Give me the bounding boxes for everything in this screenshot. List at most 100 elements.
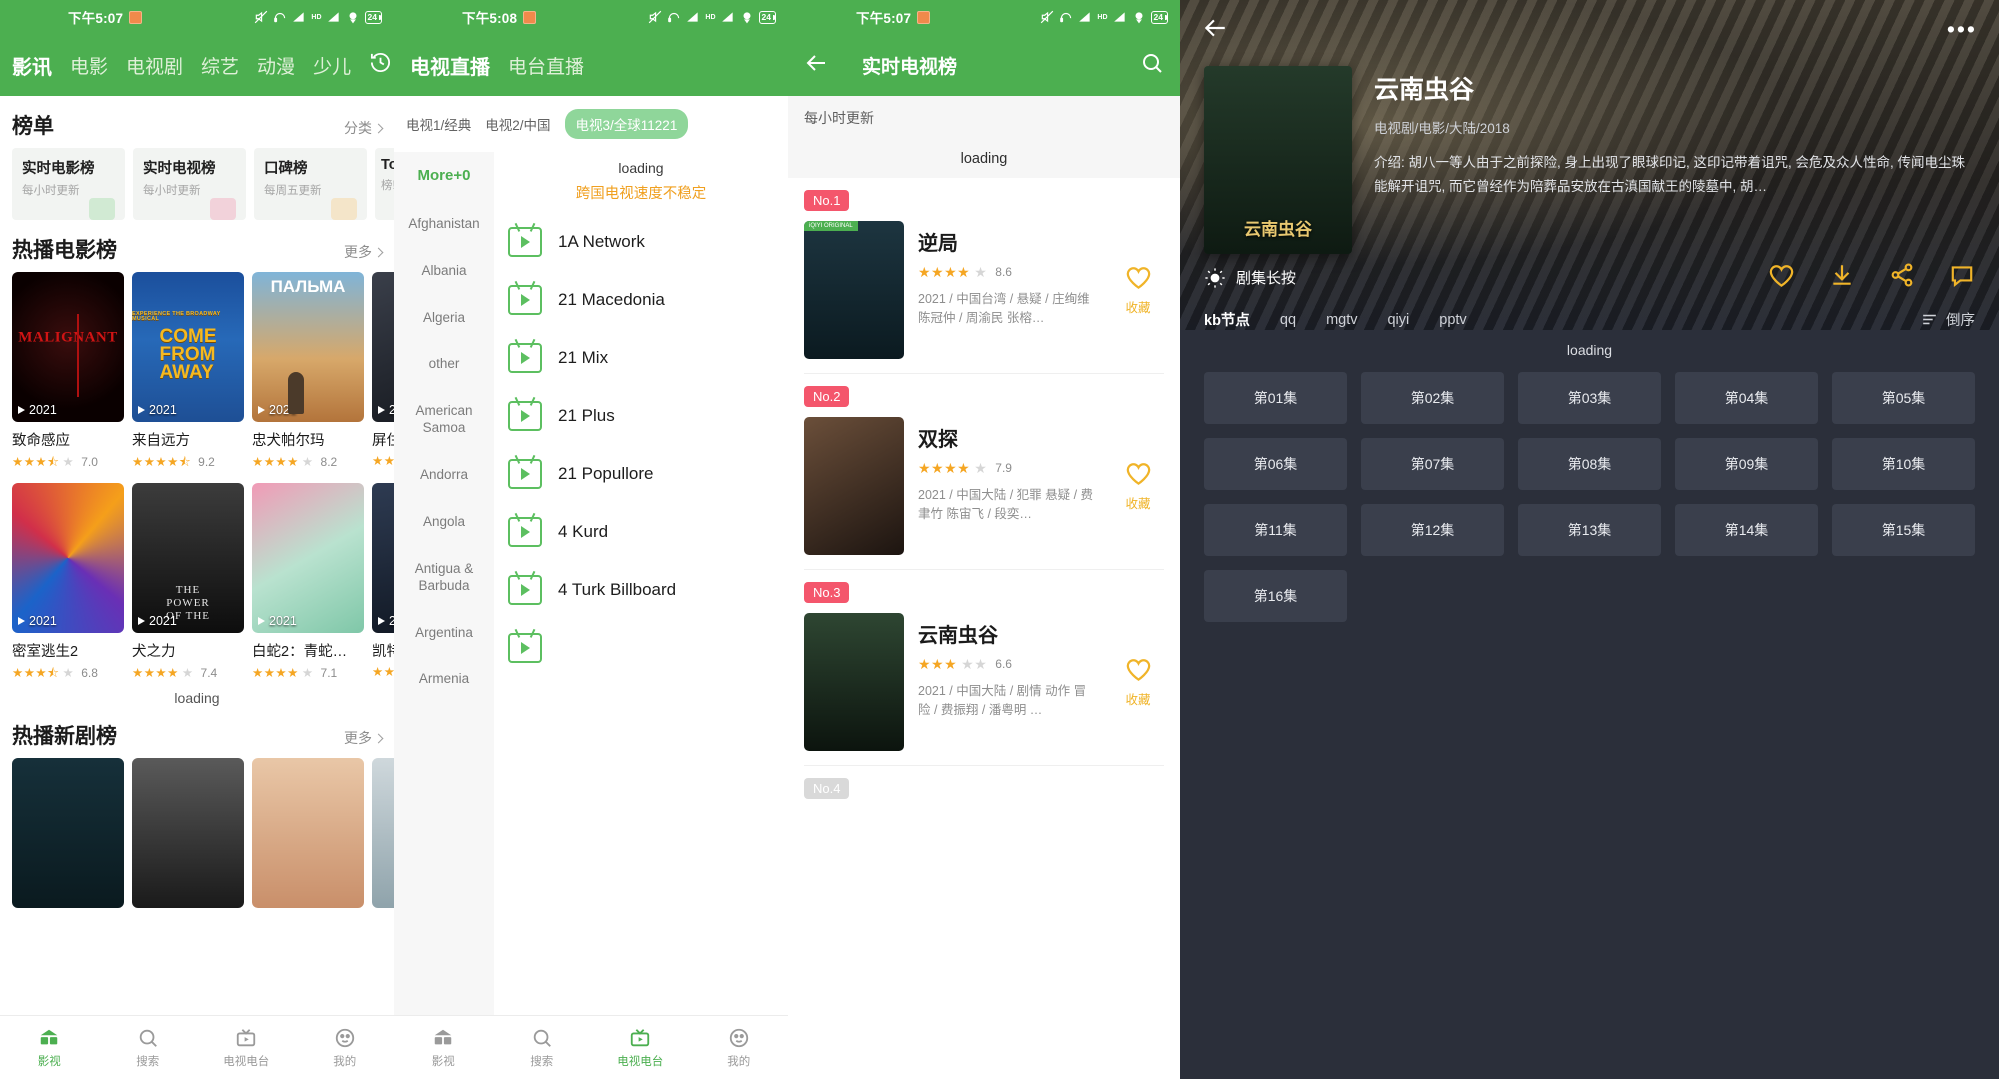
episode-button[interactable]: 第11集 — [1204, 504, 1347, 556]
ranking-item[interactable]: 双探 ★★★★ ★ 7.9 2021 / 中国大陆 / 犯罪 悬疑 / 费聿竹 陈… — [788, 407, 1180, 569]
tabbar-item-profile[interactable]: 我的 — [296, 1016, 395, 1079]
country-item[interactable]: Angola — [394, 499, 494, 546]
country-item[interactable]: American Samoa — [394, 388, 494, 452]
country-item[interactable]: other — [394, 341, 494, 388]
movie-card[interactable] — [252, 758, 364, 908]
episode-button[interactable]: 第14集 — [1675, 504, 1818, 556]
movie-card[interactable]: 2021 忠犬帕尔玛 ★★★★★ 8.2 — [252, 272, 364, 469]
movie-card[interactable]: 2021 凯特 ★★ — [372, 483, 394, 680]
movie-card[interactable] — [12, 758, 124, 908]
tabbar-item-video[interactable]: 影视 — [0, 1016, 99, 1079]
country-item-more[interactable]: More+0 — [394, 152, 494, 201]
tab-kids[interactable]: 少儿 — [313, 52, 351, 79]
search-icon[interactable] — [1140, 51, 1164, 80]
country-item[interactable]: Armenia — [394, 656, 494, 703]
channel-item[interactable]: 21 Plus — [494, 387, 788, 445]
country-list[interactable]: More+0 Afghanistan Albania Algeria other… — [394, 152, 494, 1019]
tabbar-item-tv[interactable]: 电视电台 — [197, 1016, 296, 1079]
back-arrow-icon[interactable] — [804, 51, 828, 80]
chip-tv3[interactable]: 电视3/全球11221 — [564, 109, 689, 139]
ranking-item[interactable]: iQIYI ORIGINAL 逆局 ★★★★ ★ 8.6 2021 / 中国台湾 … — [788, 211, 1180, 373]
episode-button[interactable]: 第04集 — [1675, 372, 1818, 424]
episode-button[interactable]: 第07集 — [1361, 438, 1504, 490]
movie-rating: ★★★★ ★ 7.4 — [132, 665, 218, 680]
episode-button[interactable]: 第05集 — [1832, 372, 1975, 424]
channel-item[interactable]: 1A Network — [494, 213, 788, 271]
channel-item[interactable]: 21 Macedonia — [494, 271, 788, 329]
share-icon[interactable] — [1889, 262, 1915, 293]
section-more-link[interactable]: 更多 — [344, 242, 384, 262]
source-kb[interactable]: kb节点 — [1204, 309, 1250, 330]
tab-variety[interactable]: 综艺 — [201, 52, 239, 79]
section-more-link[interactable]: 更多 — [344, 728, 384, 748]
source-mgtv[interactable]: mgtv — [1326, 312, 1357, 328]
tab-movie[interactable]: 电影 — [70, 52, 108, 79]
country-item[interactable]: Afghanistan — [394, 201, 494, 248]
section-more-link[interactable]: 分类 — [344, 118, 384, 138]
chip-tv2[interactable]: 电视2/中国 — [485, 114, 550, 134]
reverse-order-button[interactable]: 倒序 — [1920, 309, 1975, 330]
country-item[interactable]: Argentina — [394, 610, 494, 657]
comment-icon[interactable] — [1949, 262, 1975, 293]
movie-card[interactable]: 2021 密室逃生2 ★★★⯪ ★ 6.8 — [12, 483, 124, 680]
episode-button[interactable]: 第02集 — [1361, 372, 1504, 424]
episode-button[interactable]: 第08集 — [1518, 438, 1661, 490]
rank-card[interactable]: To 榜! — [375, 148, 394, 220]
source-qq[interactable]: qq — [1280, 312, 1296, 328]
country-item[interactable]: Antigua & Barbuda — [394, 546, 494, 610]
episode-button[interactable]: 第03集 — [1518, 372, 1661, 424]
star-icon: ★★★★ — [252, 665, 299, 680]
bottom-tab-bar-1: 影视 搜索 电视电台 我的 — [0, 1015, 394, 1079]
source-qiyi[interactable]: qiyi — [1387, 312, 1409, 328]
country-item[interactable]: Algeria — [394, 295, 494, 342]
tab-anime[interactable]: 动漫 — [257, 52, 295, 79]
movie-card[interactable] — [132, 758, 244, 908]
rank-card[interactable]: 实时电影榜 每小时更新 — [12, 148, 125, 220]
episode-button[interactable]: 第16集 — [1204, 570, 1347, 622]
tab-yingxun[interactable]: 影讯 — [12, 51, 52, 80]
episode-button[interactable]: 第09集 — [1675, 438, 1818, 490]
tabbar-item-profile[interactable]: 我的 — [690, 1016, 789, 1079]
ranking-item[interactable]: 云南虫谷 ★★★ ★★ 6.6 2021 / 中国大陆 / 剧情 动作 冒险 / … — [788, 603, 1180, 765]
country-item[interactable]: Albania — [394, 248, 494, 295]
movie-card[interactable]: 2021 致命感应 ★★★⯪★ 7.0 — [12, 272, 124, 469]
episode-button[interactable]: 第12集 — [1361, 504, 1504, 556]
rank-card[interactable]: 实时电视榜 每小时更新 — [133, 148, 246, 220]
video-icon — [435, 1029, 452, 1044]
tabbar-item-search[interactable]: 搜索 — [493, 1016, 592, 1079]
movie-card[interactable]: EXPERIENCE THE BROADWAY MUSICAL COME FROM A… — [132, 272, 244, 469]
source-pptv[interactable]: pptv — [1439, 312, 1466, 328]
tabbar-item-video[interactable]: 影视 — [394, 1016, 493, 1079]
long-press-hint[interactable]: 剧集长按 — [1204, 267, 1296, 289]
movie-card[interactable] — [372, 758, 394, 908]
episode-button[interactable]: 第06集 — [1204, 438, 1347, 490]
tabbar-item-tv[interactable]: 电视电台 — [591, 1016, 690, 1079]
favorite-button[interactable]: 收藏 — [1112, 221, 1164, 359]
episode-button[interactable]: 第15集 — [1832, 504, 1975, 556]
episode-button[interactable]: 第01集 — [1204, 372, 1347, 424]
history-icon[interactable] — [369, 51, 392, 79]
tab-live-radio[interactable]: 电台直播 — [508, 52, 584, 79]
channel-item[interactable]: 21 Popullore — [494, 445, 788, 503]
more-options-icon[interactable]: ••• — [1947, 18, 1977, 41]
channel-item[interactable]: 21 Mix — [494, 329, 788, 387]
favorite-button[interactable]: 收藏 — [1112, 613, 1164, 751]
movie-card[interactable]: 2021 屏住 ★★ — [372, 272, 394, 469]
chip-tv1[interactable]: 电视1/经典 — [406, 114, 471, 134]
episode-button[interactable]: 第13集 — [1518, 504, 1661, 556]
favorite-button[interactable]: 收藏 — [1112, 417, 1164, 555]
country-item[interactable]: Andorra — [394, 452, 494, 499]
tabbar-item-search[interactable]: 搜索 — [99, 1016, 198, 1079]
episode-button[interactable]: 第10集 — [1832, 438, 1975, 490]
channel-item[interactable]: 4 Turk Billboard — [494, 561, 788, 619]
tab-tvseries[interactable]: 电视剧 — [126, 52, 183, 79]
download-icon[interactable] — [1829, 262, 1855, 293]
heart-icon[interactable] — [1768, 263, 1795, 293]
movie-card[interactable]: 2021 白蛇2：青蛇… ★★★★ ★ 7.1 — [252, 483, 364, 680]
channel-item[interactable] — [494, 619, 788, 677]
rank-card[interactable]: 口碑榜 每周五更新 — [254, 148, 367, 220]
back-arrow-icon[interactable] — [1202, 15, 1228, 46]
channel-item[interactable]: 4 Kurd — [494, 503, 788, 561]
movie-card[interactable]: THE POWER OF THE 2021 犬之力 ★★★★ ★ 7.4 — [132, 483, 244, 680]
tab-live-tv[interactable]: 电视直播 — [410, 51, 490, 80]
